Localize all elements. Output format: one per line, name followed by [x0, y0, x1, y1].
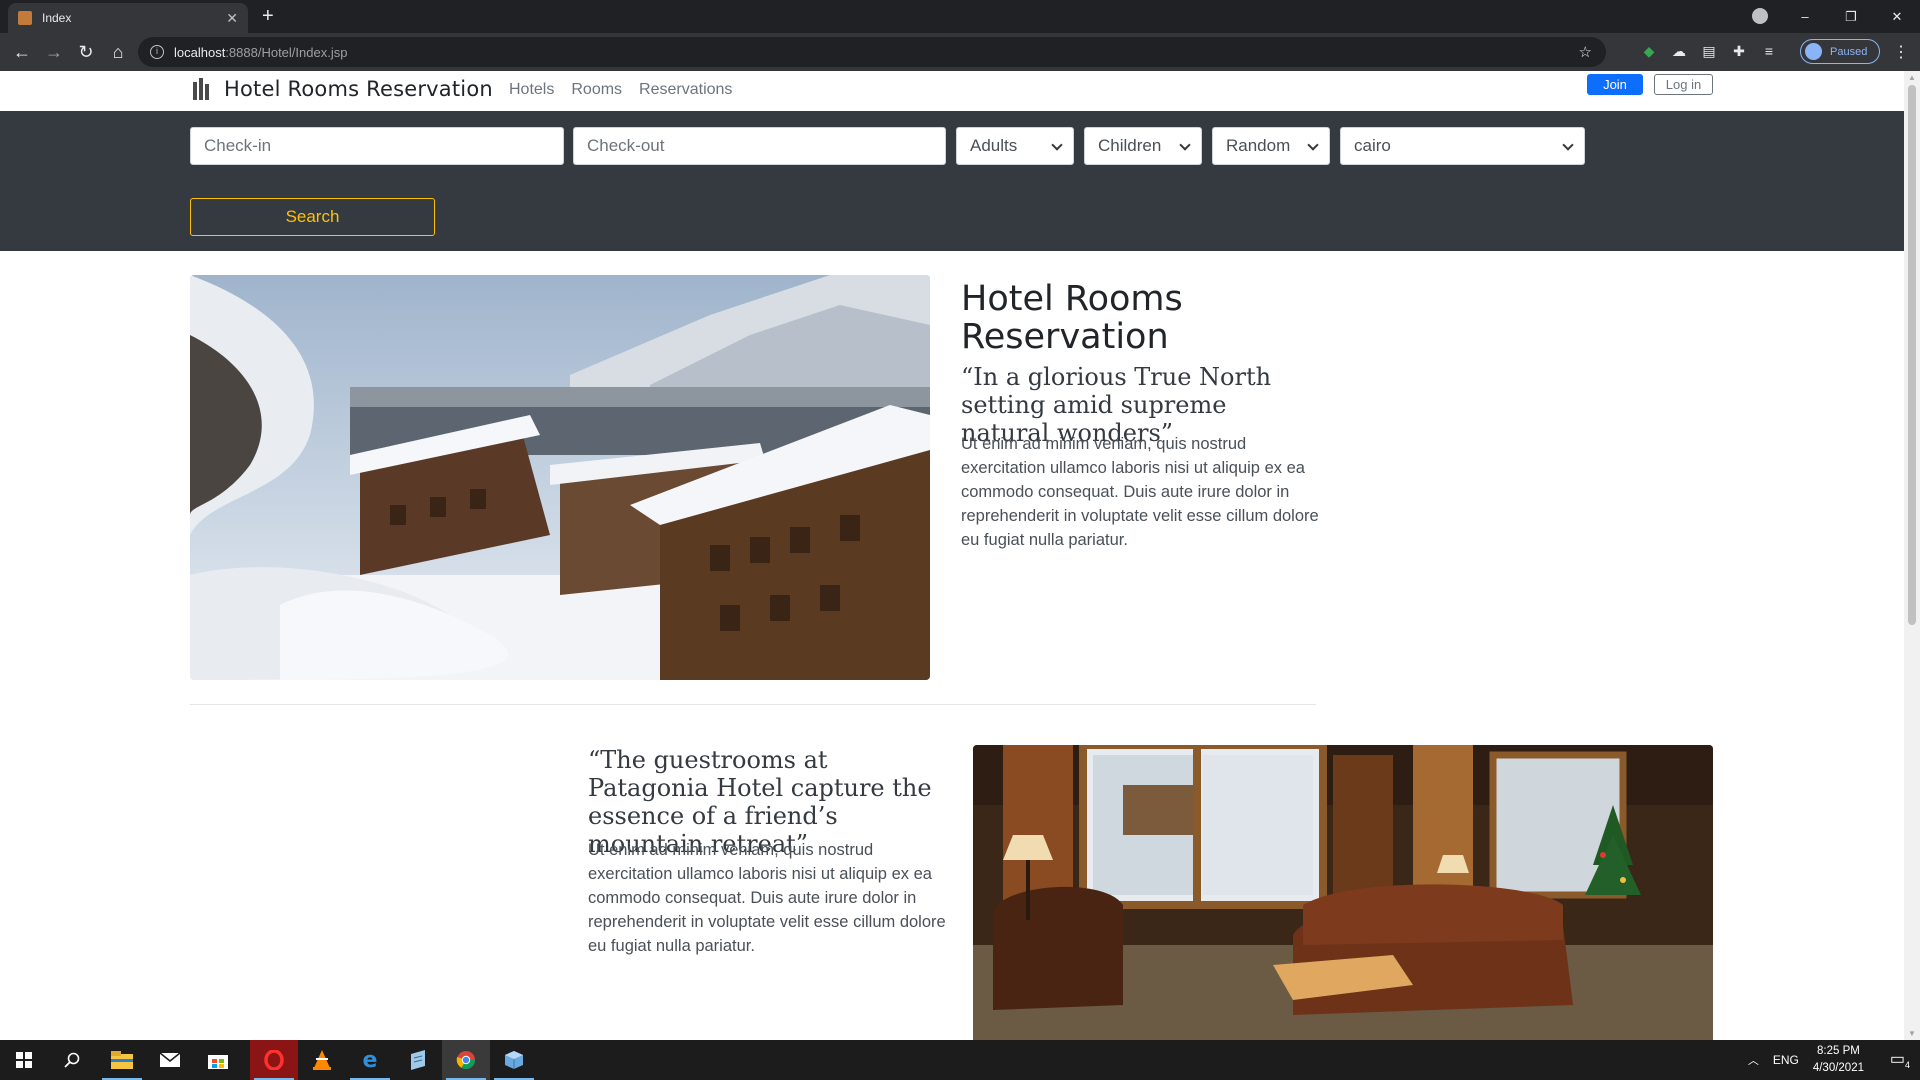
scrollbar-thumb[interactable] — [1908, 85, 1916, 625]
clock-time: 8:25 PM — [1817, 1045, 1860, 1057]
profile-status: Paused — [1830, 45, 1868, 58]
children-select[interactable]: Children — [1084, 127, 1202, 165]
search-button[interactable]: Search — [190, 198, 435, 236]
vlc-icon[interactable] — [298, 1040, 346, 1080]
back-arrow-icon[interactable]: ← — [10, 40, 34, 64]
city-select[interactable]: cairo — [1340, 127, 1585, 165]
snowy-village-photo — [190, 275, 930, 680]
clock-date: 4/30/2021 — [1812, 1062, 1864, 1074]
restore-icon[interactable]: ❐ — [1828, 9, 1874, 25]
brand-name: Hotel Rooms Reservation — [224, 77, 493, 101]
nav-link-hotels[interactable]: Hotels — [509, 81, 554, 99]
notification-count: 4 — [1905, 1060, 1911, 1071]
login-button[interactable]: Log in — [1654, 74, 1713, 95]
search-icon[interactable] — [48, 1040, 96, 1080]
scroll-down-icon[interactable]: ▼ — [1908, 1029, 1916, 1038]
checkin-input[interactable]: Check-in — [190, 127, 564, 165]
main-nav: Hotels Rooms Reservations — [509, 81, 732, 99]
browser-toolbar: ← → ↻ ⌂ i localhost :8888/Hotel/Index.js… — [0, 33, 1920, 71]
chrome-icon[interactable] — [442, 1040, 490, 1080]
clock[interactable]: 8:25 PM 4/30/2021 — [1813, 1043, 1864, 1077]
show-hidden-icons-icon[interactable]: ︿ — [1748, 1052, 1759, 1068]
home-icon[interactable]: ⌂ — [106, 40, 130, 64]
windows-start-icon[interactable] — [0, 1040, 48, 1080]
profile-avatar — [1805, 43, 1822, 60]
page-viewport: Hotel Rooms Reservation Hotels Rooms Res… — [0, 71, 1904, 1040]
store-icon[interactable] — [194, 1040, 242, 1080]
edge-icon[interactable]: e — [346, 1040, 394, 1080]
system-tray: ︿ ENG 8:25 PM 4/30/2021 ▭4 — [1748, 1040, 1920, 1080]
extension-colorful-icon[interactable]: ◆ — [1640, 42, 1658, 60]
bookmark-star-icon[interactable]: ☆ — [1579, 43, 1592, 61]
extensions-area: ◆ ☁ ▤ ✚ ≡ — [1640, 42, 1778, 60]
feature-2-body: Ut enim ad minim veniam, quis nostrud ex… — [588, 841, 946, 955]
brand-link[interactable]: Hotel Rooms Reservation — [192, 77, 493, 101]
nav-link-rooms[interactable]: Rooms — [571, 81, 622, 99]
feature-1-body: Ut enim ad minim veniam, quis nostrud ex… — [961, 435, 1319, 549]
site-info-icon[interactable]: i — [150, 45, 164, 59]
cabin-room-photo — [973, 745, 1713, 1040]
checkout-input[interactable]: Check-out — [573, 127, 946, 165]
feature-1-title: Hotel Rooms Reservation — [961, 279, 1183, 357]
virtualbox-icon[interactable] — [490, 1040, 538, 1080]
file-explorer-icon[interactable] — [98, 1040, 146, 1080]
notepad-icon[interactable] — [394, 1040, 442, 1080]
browser-tab-strip: Index ✕ + – ❐ ✕ — [0, 0, 1920, 33]
adults-select[interactable]: Adults — [956, 127, 1074, 165]
profile-paused-button[interactable]: Paused — [1800, 39, 1880, 64]
cabin-room-illustration — [973, 745, 1713, 1040]
site-navbar: Hotel Rooms Reservation Hotels Rooms Res… — [0, 71, 1904, 111]
extension-document-icon[interactable]: ▤ — [1700, 42, 1718, 60]
address-bar[interactable]: i localhost :8888/Hotel/Index.jsp ☆ — [138, 37, 1606, 67]
search-panel: Check-in Check-out Adults Children Rando… — [0, 111, 1904, 251]
minimize-icon[interactable]: – — [1782, 9, 1828, 24]
close-window-icon[interactable]: ✕ — [1874, 9, 1920, 25]
extension-cloud-icon[interactable]: ☁ — [1670, 42, 1688, 60]
join-button[interactable]: Join — [1587, 74, 1643, 95]
snowy-village-illustration — [190, 275, 930, 680]
extensions-puzzle-icon[interactable]: ✚ — [1730, 42, 1748, 60]
tab-favicon-icon — [18, 11, 32, 25]
reload-icon[interactable]: ↻ — [74, 40, 98, 64]
opera-icon[interactable] — [250, 1040, 298, 1080]
scroll-up-icon[interactable]: ▲ — [1908, 73, 1916, 82]
close-tab-icon[interactable]: ✕ — [226, 10, 238, 27]
page-scrollbar[interactable]: ▲ ▼ — [1904, 71, 1920, 1040]
browser-tab-index[interactable]: Index ✕ — [8, 3, 248, 33]
tab-search-icon[interactable] — [1752, 8, 1768, 24]
section-divider — [190, 704, 1316, 705]
tab-title: Index — [42, 11, 72, 25]
url-path: :8888/Hotel/Index.jsp — [225, 44, 348, 60]
window-controls: – ❐ ✕ — [1782, 0, 1920, 33]
windows-taskbar: e ︿ ENG 8:25 PM 4/30/2021 ▭4 — [0, 1040, 1920, 1080]
reading-list-icon[interactable]: ≡ — [1760, 42, 1778, 60]
nav-link-reservations[interactable]: Reservations — [639, 81, 732, 99]
new-tab-button[interactable]: + — [262, 5, 274, 28]
forward-arrow-icon[interactable]: → — [42, 40, 66, 64]
url-host: localhost — [174, 44, 226, 60]
mail-icon[interactable] — [146, 1040, 194, 1080]
notifications-icon[interactable]: ▭4 — [1880, 1049, 1920, 1070]
hotel-building-icon — [192, 78, 212, 100]
browser-menu-icon[interactable]: ⋮ — [1893, 42, 1909, 62]
language-indicator[interactable]: ENG — [1773, 1053, 1799, 1067]
sort-select[interactable]: Random — [1212, 127, 1330, 165]
